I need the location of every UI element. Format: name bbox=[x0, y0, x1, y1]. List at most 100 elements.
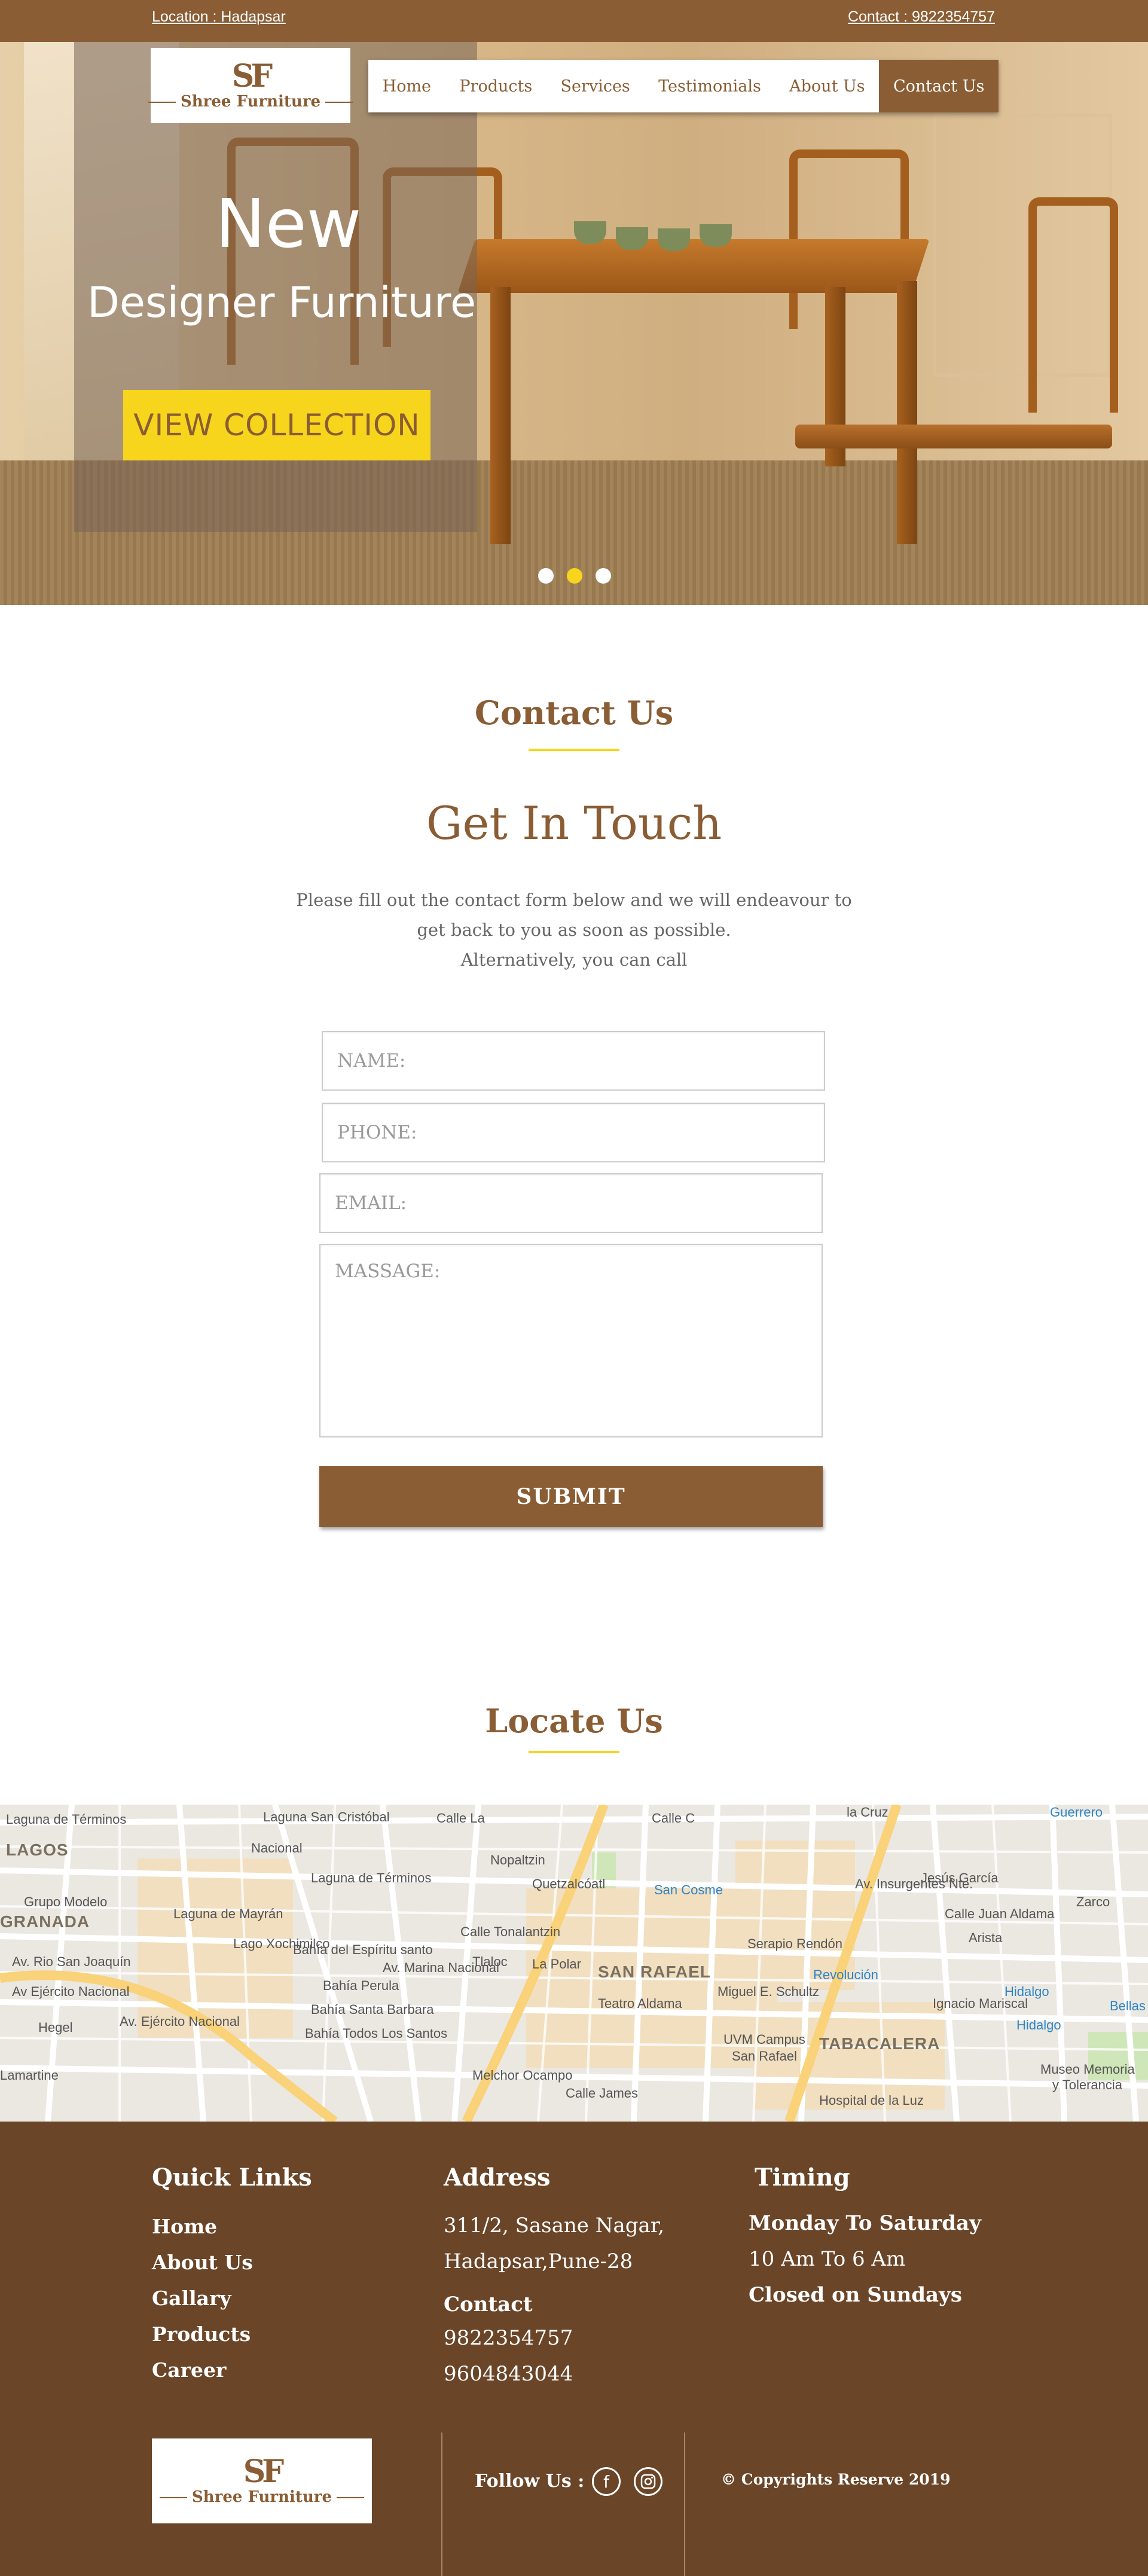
map-label: Museo Memoria bbox=[1040, 2062, 1135, 2077]
address-line: 311/2, Sasane Nagar, bbox=[444, 2214, 665, 2238]
name-field[interactable] bbox=[322, 1031, 825, 1091]
map-label: Av. Ejército Nacional bbox=[120, 2014, 240, 2029]
nav-about-us[interactable]: About Us bbox=[775, 60, 879, 112]
message-field[interactable] bbox=[319, 1244, 823, 1437]
map-label: la Cruz bbox=[847, 1805, 889, 1820]
address-title: Address bbox=[444, 2163, 551, 2192]
map-label: Nopaltzin bbox=[490, 1852, 545, 1867]
map-label: Serapio Rendón bbox=[747, 1936, 843, 1951]
map-label: Hospital de la Luz bbox=[819, 2093, 924, 2108]
site-logo[interactable]: SF Shree Furniture bbox=[151, 48, 350, 123]
contact-section-title: Contact Us bbox=[474, 694, 674, 732]
map-label: Zarco bbox=[1076, 1894, 1110, 1909]
hero-image-chair-seat bbox=[957, 425, 1112, 448]
hero-title: New bbox=[215, 185, 362, 263]
footer-link-career[interactable]: Career bbox=[152, 2358, 226, 2382]
map-label: Hegel bbox=[38, 2020, 73, 2035]
map-label: San Rafael bbox=[732, 2049, 797, 2064]
timing-hours: 10 Am To 6 Am bbox=[749, 2247, 906, 2271]
phone-field[interactable] bbox=[322, 1103, 825, 1162]
submit-button[interactable]: SUBMIT bbox=[319, 1466, 823, 1527]
nav-contact-us[interactable]: Contact Us bbox=[879, 60, 999, 112]
timing-closed: Closed on Sundays bbox=[749, 2283, 962, 2307]
footer-link-about-us[interactable]: About Us bbox=[152, 2251, 253, 2274]
hero-image-chair bbox=[1028, 197, 1118, 413]
instagram-icon[interactable] bbox=[634, 2467, 662, 2496]
footer-phone-2[interactable]: 9604843044 bbox=[444, 2362, 573, 2386]
hero-image-cup bbox=[574, 221, 606, 244]
nav-products[interactable]: Products bbox=[445, 60, 546, 112]
nav-testimonials[interactable]: Testimonials bbox=[644, 60, 775, 112]
hero-image-table bbox=[457, 239, 930, 293]
footer-link-products[interactable]: Products bbox=[152, 2322, 251, 2346]
footer-divider bbox=[684, 2432, 685, 2576]
contact-title-underline bbox=[529, 749, 619, 751]
contact-intro-line: get back to you as soon as possible. bbox=[417, 920, 731, 940]
hero-subtitle: Designer Furniture bbox=[87, 278, 477, 327]
map-label: Miguel E. Schultz bbox=[718, 1984, 819, 1999]
hero-image-cup bbox=[616, 227, 648, 250]
locate-section-title: Locate Us bbox=[485, 1702, 663, 1740]
map-label: Bahía Todos Los Santos bbox=[305, 2026, 448, 2041]
nav-home[interactable]: Home bbox=[368, 60, 445, 112]
facebook-icon[interactable]: f bbox=[592, 2467, 621, 2496]
timing-title: Timing bbox=[755, 2163, 850, 2192]
slider-dot-3[interactable] bbox=[596, 568, 611, 584]
footer-phone-1[interactable]: 9822354757 bbox=[444, 2326, 573, 2350]
address-line: Hadapsar,Pune-28 bbox=[444, 2250, 633, 2273]
map-label: Laguna de Mayrán bbox=[173, 1906, 283, 1921]
map-label: Melchor Ocampo bbox=[472, 2068, 573, 2083]
map-label: Grupo Modelo bbox=[24, 1894, 108, 1909]
map-label: Calle James bbox=[566, 2086, 639, 2101]
map-label: La Polar bbox=[532, 1957, 581, 1971]
instagram-glyph bbox=[640, 2474, 656, 2489]
map-label: SAN RAFAEL bbox=[598, 1962, 711, 1981]
map-label: Lamartine bbox=[0, 2068, 59, 2083]
site-footer: Quick Links Home About Us Gallary Produc… bbox=[0, 2122, 1148, 2576]
map-label: San Cosme bbox=[654, 1882, 723, 1897]
logo-mark: SF bbox=[243, 2453, 285, 2490]
map-label: UVM Campus bbox=[723, 2032, 805, 2047]
map-label: GRANADA bbox=[0, 1912, 90, 1931]
map-label: Calle La bbox=[436, 1811, 485, 1826]
hero-image-cup bbox=[700, 224, 732, 247]
footer-divider bbox=[441, 2432, 442, 2576]
location-map[interactable]: Laguna de Términos Laguna San Cristóbal … bbox=[0, 1805, 1148, 2122]
slider-dot-2[interactable] bbox=[567, 568, 582, 584]
map-label: Laguna de Términos bbox=[311, 1870, 432, 1885]
contact-title: Contact bbox=[444, 2293, 533, 2316]
map-label: Calle Juan Aldama bbox=[945, 1906, 1055, 1921]
quick-links-title: Quick Links bbox=[152, 2163, 312, 2192]
hero-image-cup bbox=[658, 228, 690, 251]
logo-name: Shree Furniture bbox=[155, 2488, 369, 2506]
slider-dot-1[interactable] bbox=[538, 568, 554, 584]
hero-slider: New Designer Furniture VIEW COLLECTION bbox=[0, 42, 1148, 605]
map-label: Revolución bbox=[813, 1967, 878, 1982]
map-label: Hidalgo bbox=[1016, 2018, 1061, 2032]
view-collection-button[interactable]: VIEW COLLECTION bbox=[123, 390, 430, 460]
map-label: Av Ejército Nacional bbox=[12, 1984, 130, 1999]
main-nav: Home Products Services Testimonials Abou… bbox=[368, 60, 999, 112]
map-label: Laguna San Cristóbal bbox=[263, 1809, 390, 1824]
footer-logo[interactable]: SF Shree Furniture bbox=[152, 2438, 372, 2523]
map-label: Hidalgo bbox=[1004, 1984, 1049, 1999]
map-label: Lago Xochimilco bbox=[233, 1936, 330, 1951]
map-label: Arista bbox=[969, 1930, 1003, 1945]
hero-image-table-leg bbox=[897, 281, 917, 544]
map-label: y Tolerancia bbox=[1052, 2077, 1122, 2092]
map-label: Laguna de Términos bbox=[6, 1812, 127, 1827]
map-label: Jesús García bbox=[921, 1870, 999, 1885]
map-label: Guerrero bbox=[1050, 1805, 1103, 1820]
footer-link-home[interactable]: Home bbox=[152, 2215, 217, 2238]
footer-link-gallery[interactable]: Gallary bbox=[152, 2287, 231, 2310]
slider-dots bbox=[538, 568, 611, 584]
email-field[interactable] bbox=[319, 1173, 823, 1233]
logo-name: Shree Furniture bbox=[144, 93, 358, 111]
map-label: Av. Rio San Joaquín bbox=[12, 1954, 131, 1969]
map-label: Quetzalcóatl bbox=[532, 1876, 606, 1891]
follow-us-label: Follow Us : bbox=[475, 2471, 585, 2492]
map-label: Bahía Perula bbox=[323, 1978, 399, 1993]
nav-services[interactable]: Services bbox=[546, 60, 645, 112]
contact-phone-link[interactable]: Contact : 9822354757 bbox=[848, 8, 995, 26]
location-link[interactable]: Location : Hadapsar bbox=[152, 8, 286, 26]
